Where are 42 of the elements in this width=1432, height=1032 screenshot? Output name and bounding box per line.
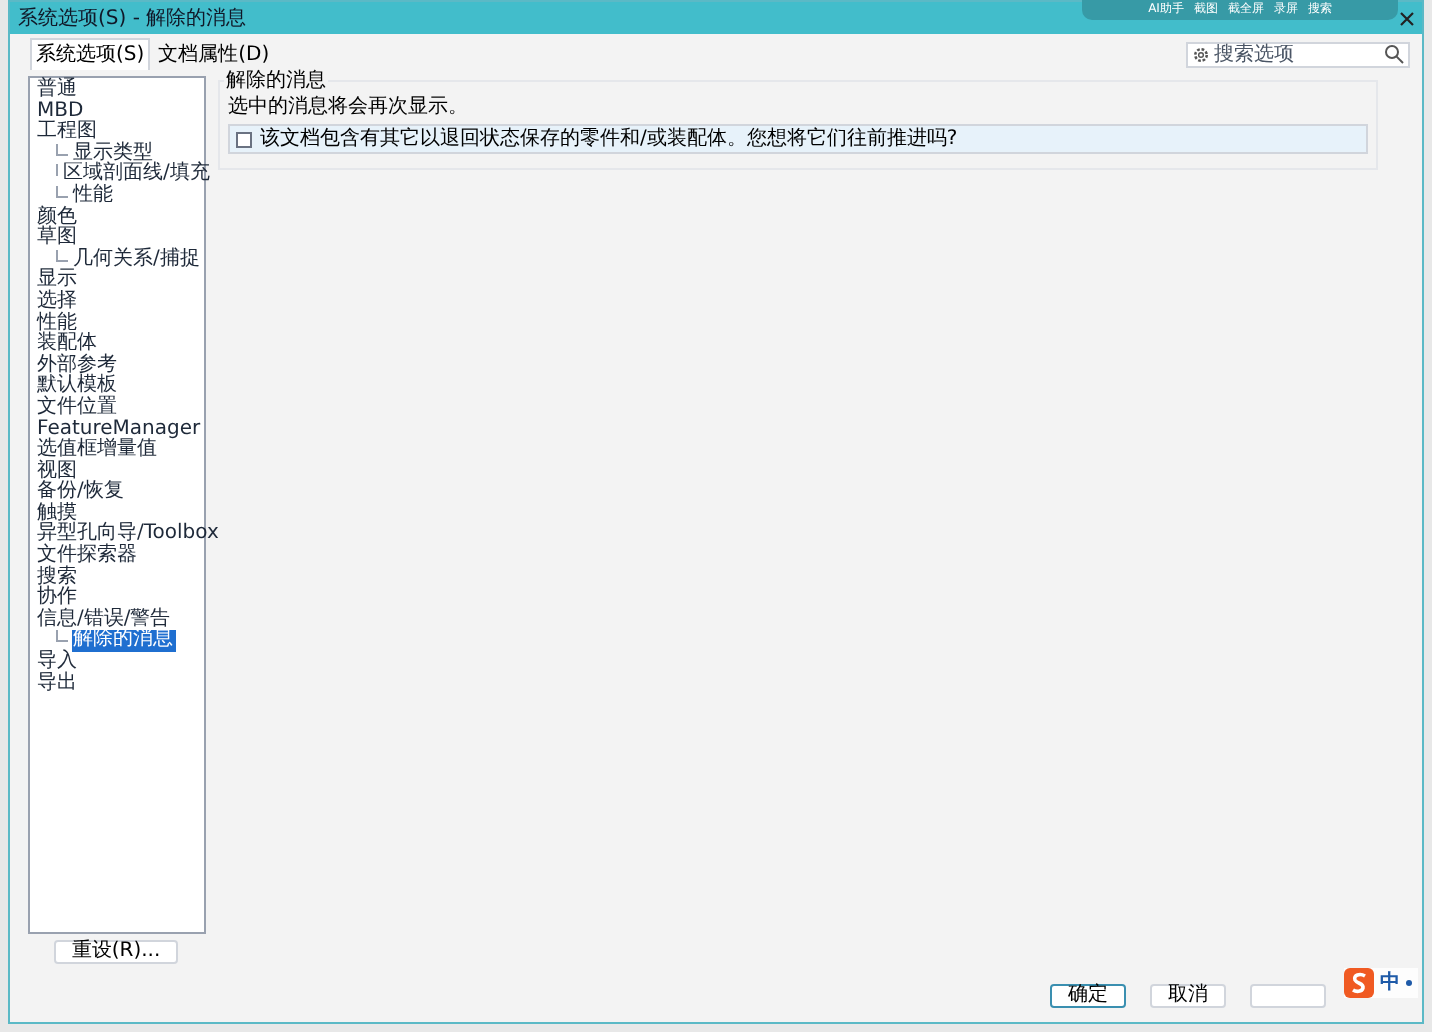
tree-item[interactable]: 默认模板 bbox=[35, 376, 119, 398]
tree-item[interactable]: 导入 bbox=[35, 652, 79, 674]
tab[interactable]: 系统选项(S) bbox=[30, 38, 151, 70]
window-title: 系统选项(S) - 解除的消息 bbox=[18, 5, 247, 33]
tab[interactable]: 文档属性(D) bbox=[154, 38, 274, 70]
message-text: 该文档包含有其它以退回状态保存的零件和/或装配体。您想将它们往前推进吗? bbox=[260, 125, 958, 154]
close-icon[interactable] bbox=[1400, 11, 1414, 25]
reset-button[interactable]: 重设(R)... bbox=[53, 940, 179, 964]
search-bar[interactable]: 搜索选项 bbox=[1186, 41, 1410, 67]
gear-icon bbox=[1192, 45, 1210, 63]
tree-item[interactable]: 工程图 bbox=[35, 122, 99, 144]
search-icon[interactable] bbox=[1384, 44, 1404, 64]
message-row[interactable]: 该文档包含有其它以退回状态保存的零件和/或装配体。您想将它们往前推进吗? bbox=[228, 124, 1368, 154]
dialog-button[interactable]: 确定 bbox=[1050, 984, 1126, 1008]
tree-item[interactable]: 协作 bbox=[35, 588, 79, 610]
tree-item[interactable]: 视图 bbox=[35, 461, 79, 483]
tree-item[interactable]: 几何关系/捕捉 bbox=[71, 249, 202, 271]
tree-connector bbox=[55, 630, 67, 643]
search-field[interactable]: 搜索选项 bbox=[1214, 39, 1380, 69]
tree-item[interactable]: 区域剖面线/填充 bbox=[61, 164, 212, 186]
dialog-button[interactable]: 取消 bbox=[1150, 984, 1226, 1008]
checkbox[interactable] bbox=[236, 131, 252, 147]
tree-item[interactable]: 显示 bbox=[35, 270, 79, 292]
ime-mode[interactable]: 中 bbox=[1380, 968, 1400, 998]
tree-item[interactable]: 选值框增量值 bbox=[35, 440, 159, 462]
tree-item[interactable]: 普通 bbox=[35, 80, 79, 102]
tree-item[interactable]: FeatureManager bbox=[35, 419, 203, 441]
tree-item[interactable]: 导出 bbox=[35, 673, 79, 695]
tree-item[interactable]: 草图 bbox=[35, 228, 79, 250]
tree-item[interactable]: 选择 bbox=[35, 291, 79, 314]
tree-item[interactable]: 文件位置 bbox=[35, 397, 119, 419]
tree-connector bbox=[55, 249, 67, 262]
ime-punctuation-icon bbox=[1406, 980, 1412, 986]
tree-item[interactable]: 备份/恢复 bbox=[35, 482, 126, 504]
tree-item[interactable]: 性能 bbox=[71, 185, 115, 208]
tree-item[interactable]: MBD bbox=[35, 101, 86, 123]
group-title: 解除的消息 bbox=[224, 70, 328, 92]
tree-item[interactable]: 文件探索器 bbox=[35, 546, 139, 568]
tree-item[interactable]: 信息/错误/警告 bbox=[35, 609, 173, 631]
tree-item[interactable]: 触摸 bbox=[35, 503, 79, 525]
tree-item[interactable]: 装配体 bbox=[35, 334, 99, 356]
group-hint: 选中的消息将会再次显示。 bbox=[228, 96, 470, 118]
